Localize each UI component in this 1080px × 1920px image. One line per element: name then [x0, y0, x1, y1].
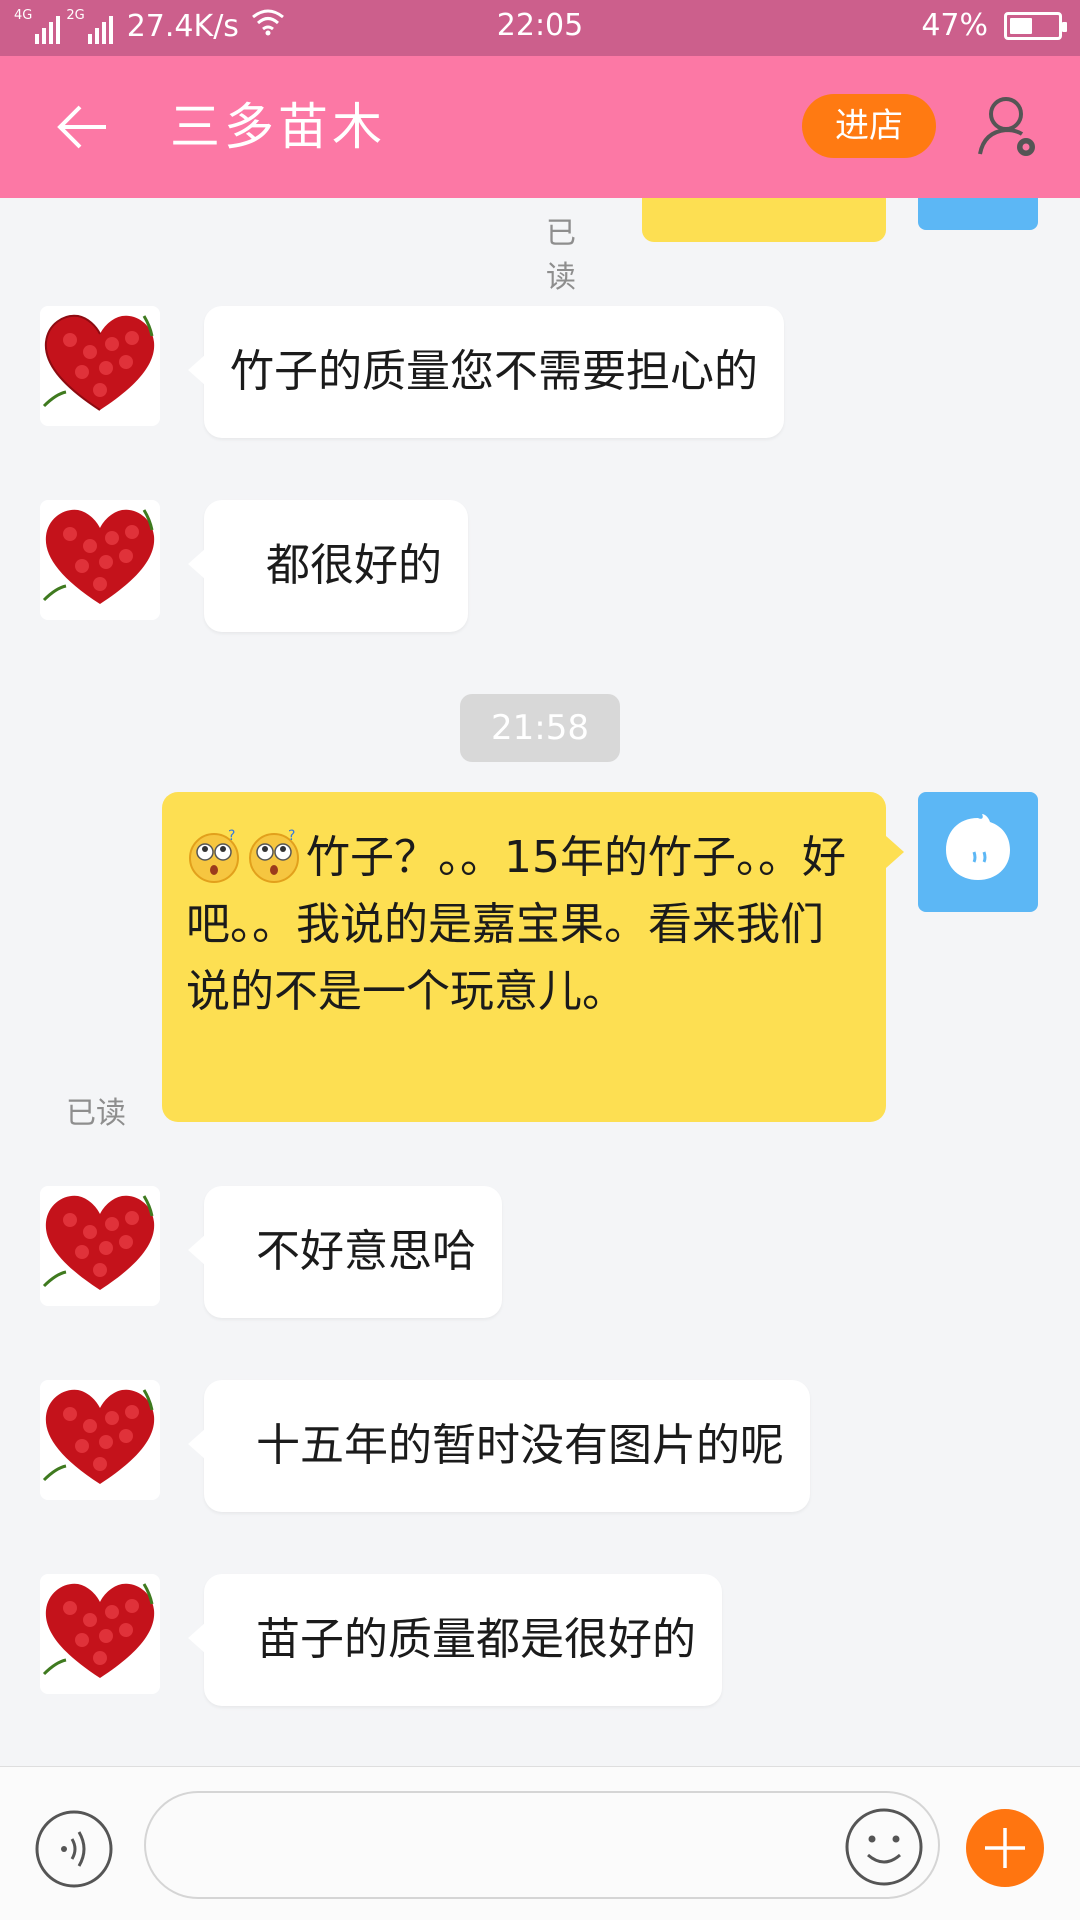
clock: 22:05 [496, 8, 584, 43]
incoming-bubble[interactable]: 苗子的质量都是很好的 [188, 1574, 722, 1706]
battery-level [1010, 17, 1032, 34]
time-divider: 21:58 [460, 694, 620, 762]
user-settings-button[interactable] [974, 92, 1044, 162]
chat-area[interactable]: 已读 竹子的质量您不需要担心的 都很好的 21:58 ? ? 竹子？。。15年的… [0, 198, 1080, 1766]
svg-text:?: ? [288, 828, 295, 844]
chat-header: 三多苗木 进店 [0, 56, 1080, 198]
incoming-bubble[interactable]: 竹子的质量您不需要担心的 [188, 306, 784, 438]
my-avatar[interactable] [918, 792, 1038, 912]
my-avatar-partial[interactable] [918, 198, 1038, 230]
user-settings-icon [978, 97, 1035, 156]
status-bar: 4G 2G 27.4K/s 22:05 47% [0, 0, 1080, 56]
incoming-bubble[interactable]: 都很好的 [188, 500, 468, 632]
arrow-left-icon [57, 105, 106, 149]
blue-bubble-avatar [946, 814, 1010, 880]
confused-face-emoji: ? [246, 828, 302, 884]
input-bar [0, 1766, 1080, 1920]
svg-text:?: ? [228, 828, 235, 844]
outgoing-bubble[interactable]: ? ? 竹子？。。15年的竹子。。好吧。。我说的是嘉宝果。看来我们说的不是一个玩… [162, 792, 904, 1122]
shop-avatar[interactable] [40, 500, 160, 620]
shop-avatar[interactable] [40, 1186, 160, 1306]
incoming-bubble[interactable]: 十五年的暂时没有图片的呢 [188, 1380, 810, 1512]
smiley-icon [845, 1808, 923, 1886]
red-rose-heart-avatar [42, 1195, 155, 1290]
voice-button[interactable] [34, 1809, 114, 1889]
outgoing-bubble-partial[interactable] [642, 198, 886, 242]
battery-icon [1004, 11, 1067, 40]
enter-shop-button[interactable]: 进店 [802, 94, 936, 158]
read-label: 已读 [546, 216, 576, 295]
shop-avatar[interactable] [40, 1380, 160, 1500]
battery-percent: 47% [921, 8, 988, 43]
shop-avatar[interactable] [40, 306, 160, 426]
back-button[interactable] [48, 92, 118, 162]
plus-button[interactable] [966, 1809, 1044, 1887]
plus-icon [985, 1828, 1025, 1868]
incoming-bubble[interactable]: 不好意思哈 [188, 1186, 502, 1318]
status-right: 47% [921, 8, 1067, 43]
emoji-button[interactable] [844, 1807, 924, 1887]
red-rose-heart-avatar [42, 1389, 155, 1484]
red-rose-heart-avatar [42, 509, 155, 604]
red-rose-heart-avatar [42, 1583, 155, 1678]
confused-face-emoji: ? [186, 828, 242, 884]
page-title: 三多苗木 [170, 98, 386, 156]
shop-avatar[interactable] [40, 1574, 160, 1694]
voice-icon [35, 1810, 113, 1888]
red-rose-heart-avatar [42, 314, 155, 411]
message-input[interactable] [144, 1791, 940, 1899]
read-label: 已读 [66, 1096, 126, 1131]
